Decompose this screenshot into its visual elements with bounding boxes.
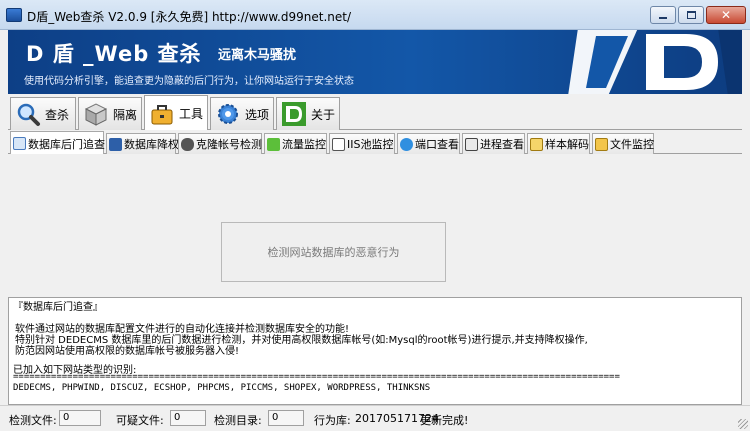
db-lower-icon [109,137,122,151]
subtab-clone-account-label: 克隆帐号检测 [196,138,262,151]
subtab-processes-label: 进程查看 [480,138,524,151]
subtab-decode[interactable]: 样本解码 [527,133,590,154]
maximize-icon [686,11,696,19]
users-icon [181,137,194,151]
info-heading: 『数据库后门追查』 [13,302,103,313]
tab-quarantine-label: 隔离 [113,107,138,122]
brand-title: D 盾 _Web 查杀 [26,42,202,66]
tab-about-label: 关于 [311,107,336,122]
d-logo-icon [282,102,306,126]
status-bar: 检测文件: 0 可疑文件: 0 检测目录: 0 行为库: 20170517172… [0,405,750,431]
update-status: 更新完成! [420,414,469,427]
tab-scan-label: 查杀 [45,107,70,122]
subtab-iis-pool-label: IIS池监控 [347,138,394,151]
subtab-traffic[interactable]: 流量监控 [264,133,327,154]
decode-icon [530,137,543,151]
suspicious-label: 可疑文件: [116,414,164,427]
dirs-label: 检测目录: [214,414,262,427]
subtab-iis-pool[interactable]: IIS池监控 [329,133,395,154]
minimize-icon [659,17,667,19]
db-search-icon [13,137,26,150]
rules-label: 行为库: [314,414,351,427]
magnifier-icon [17,103,40,126]
tab-about[interactable]: 关于 [276,97,340,130]
window-title: D盾_Web查杀 V2.0.9 [永久免费] http://www.d99net… [27,10,352,24]
subtab-traffic-label: 流量监控 [282,138,326,151]
subtab-db-lower-label: 数据库降权 [124,138,179,151]
dirs-count: 0 [268,410,304,426]
subtab-db-backdoor[interactable]: 数据库后门追查 [10,131,105,155]
tool-panel: 检测网站数据库的恶意行为 [8,154,742,297]
cms-list: DEDECMS, PHPWIND, DISCUZ, ECSHOP, PHPCMS… [13,383,431,393]
detect-db-button-label: 检测网站数据库的恶意行为 [267,246,400,259]
brand-description: 使用代码分析引擎，能追查更为隐蔽的后门行为，让你网站运行于安全状态 [24,76,354,87]
minimize-button[interactable] [650,6,676,24]
detect-db-button[interactable]: 检测网站数据库的恶意行为 [221,222,446,282]
subtab-decode-label: 样本解码 [545,138,589,151]
subtab-db-lower[interactable]: 数据库降权 [106,133,179,154]
suspicious-count: 0 [170,410,206,426]
app-icon [6,8,22,22]
separator-line: ========================================… [13,372,620,382]
globe-icon [400,137,413,151]
iis-pool-icon [332,137,345,151]
tab-scan[interactable]: 查杀 [10,97,76,130]
header-banner: D 盾 _Web 查杀 远离木马骚扰 使用代码分析引擎，能追查更为隐蔽的后门行为… [8,30,742,94]
main-tab-bar: 查杀 隔离 工具 选项 关于 [8,94,742,131]
folder-icon [595,137,608,151]
close-icon: ✕ [720,8,732,22]
subtab-processes[interactable]: 进程查看 [462,133,525,154]
info-textbox[interactable]: 『数据库后门追查』 软件通过网站的数据库配置文件进行的自动化连接并检测数据库安全… [8,297,742,405]
cabinet-icon [84,103,108,126]
tab-options-label: 选项 [245,107,270,122]
tab-tools-label: 工具 [179,107,204,121]
tab-options[interactable]: 选项 [210,97,274,130]
title-bar: D盾_Web查杀 V2.0.9 [永久免费] http://www.d99net… [0,0,750,30]
tab-tools[interactable]: 工具 [144,95,208,131]
subtab-file-monitor-label: 文件监控 [610,138,654,151]
subtab-file-monitor[interactable]: 文件监控 [592,133,654,154]
tab-quarantine[interactable]: 隔离 [78,97,142,130]
files-count: 0 [59,410,101,426]
subtab-ports-label: 端口查看 [415,138,459,151]
tool-tab-bar: 数据库后门追查 数据库降权 克隆帐号检测 流量监控 IIS池监控 端口查看 进程… [8,130,742,155]
brand-subtitle: 远离木马骚扰 [218,48,297,63]
resize-grip[interactable] [738,419,748,429]
toolbox-icon [151,104,173,124]
close-button[interactable]: ✕ [706,6,746,24]
subtab-ports[interactable]: 端口查看 [397,133,460,154]
files-label: 检测文件: [9,414,57,427]
traffic-icon [267,137,280,151]
maximize-button[interactable] [678,6,704,24]
subtab-db-backdoor-label: 数据库后门追查 [28,137,105,151]
d-logo-icon [568,30,742,94]
info-line-3: 防范因网站使用高权限的数据库帐号被服务器入侵! [15,346,240,357]
subtab-clone-account[interactable]: 克隆帐号检测 [178,133,262,154]
process-icon [465,137,478,151]
gear-icon [218,104,238,124]
